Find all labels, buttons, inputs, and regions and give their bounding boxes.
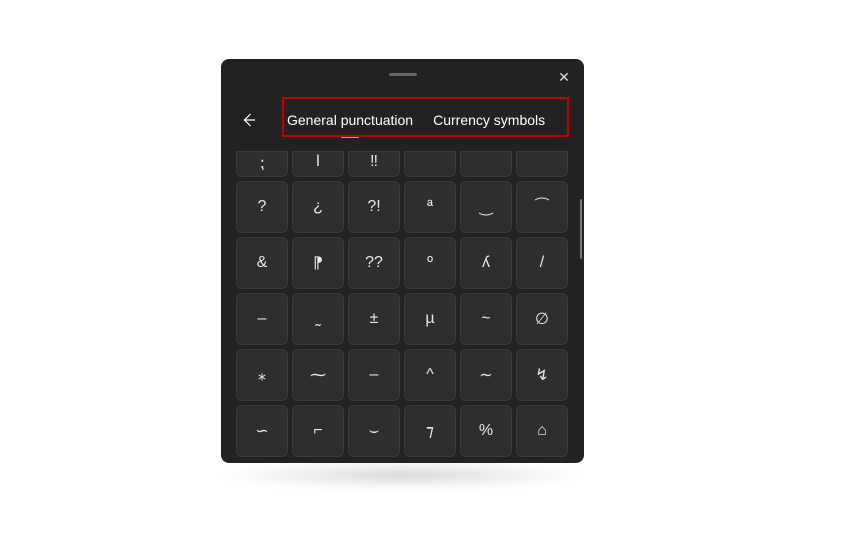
symbol-key[interactable]: ∽ [236,405,288,457]
symbol-key[interactable]: ‿ [460,181,512,233]
titlebar: ✕ [221,59,584,91]
symbol-key[interactable]: ∼ [460,349,512,401]
symbol-key[interactable]: ?? [348,237,400,289]
symbol-key[interactable]: º [404,237,456,289]
scrollbar-thumb[interactable] [580,199,582,259]
tab-general-punctuation[interactable]: General punctuation [287,106,413,134]
symbol-key[interactable]: ± [348,293,400,345]
close-button[interactable]: ✕ [550,65,578,89]
symbol-key[interactable]: ⌣ [348,405,400,457]
symbol-key[interactable]: ‼ [348,151,400,177]
tabs: General punctuation Currency symbols [287,106,545,134]
symbol-key[interactable]: µ [404,293,456,345]
back-button[interactable] [231,102,267,138]
symbol-grid-container: ⁏ ǀ ‼ ? ¿ ?! ª ‿ ⁀ & ⁋ ?? º ʎ / – ˷ ± µ … [236,151,576,460]
symbol-key[interactable]: ‒ [348,349,400,401]
symbol-key[interactable]: ⁋ [292,237,344,289]
symbol-key[interactable]: ⌂ [516,405,568,457]
symbol-key[interactable]: ª [404,181,456,233]
symbol-key[interactable]: / [516,237,568,289]
symbol-key[interactable] [516,151,568,177]
symbol-key[interactable]: ⁏ [236,151,288,177]
symbol-grid-partial-row: ⁏ ǀ ‼ [236,151,576,177]
symbol-key[interactable] [460,151,512,177]
symbol-key[interactable]: & [236,237,288,289]
symbol-key[interactable]: ǀ [292,151,344,177]
symbol-key[interactable]: – [236,293,288,345]
symbol-key[interactable]: ↯ [516,349,568,401]
symbols-panel: ✕ General punctuation Currency symbols ⁏… [221,59,584,463]
symbol-key[interactable]: ~ [460,293,512,345]
symbol-key[interactable]: ^ [404,349,456,401]
symbol-key[interactable]: ? [236,181,288,233]
back-arrow-icon [240,111,258,129]
symbol-key[interactable]: ˷ [292,293,344,345]
symbol-key[interactable]: ⁊ [404,405,456,457]
close-icon: ✕ [558,69,570,86]
symbol-key[interactable]: % [460,405,512,457]
drag-handle[interactable] [389,73,417,76]
symbol-key[interactable]: ⌐ [292,405,344,457]
symbol-key[interactable]: ⁀ [516,181,568,233]
header: General punctuation Currency symbols [221,91,584,149]
symbol-key[interactable]: ∅ [516,293,568,345]
symbol-key[interactable] [404,151,456,177]
symbol-key[interactable]: ʎ [460,237,512,289]
symbol-key[interactable]: ⁎ [236,349,288,401]
symbol-key[interactable]: ⁓ [292,349,344,401]
symbol-key[interactable]: ?! [348,181,400,233]
panel-shadow [218,460,587,490]
symbol-key[interactable]: ¿ [292,181,344,233]
symbol-grid: ? ¿ ?! ª ‿ ⁀ & ⁋ ?? º ʎ / – ˷ ± µ ~ ∅ ⁎ … [236,181,576,457]
tab-currency-symbols[interactable]: Currency symbols [433,106,545,134]
